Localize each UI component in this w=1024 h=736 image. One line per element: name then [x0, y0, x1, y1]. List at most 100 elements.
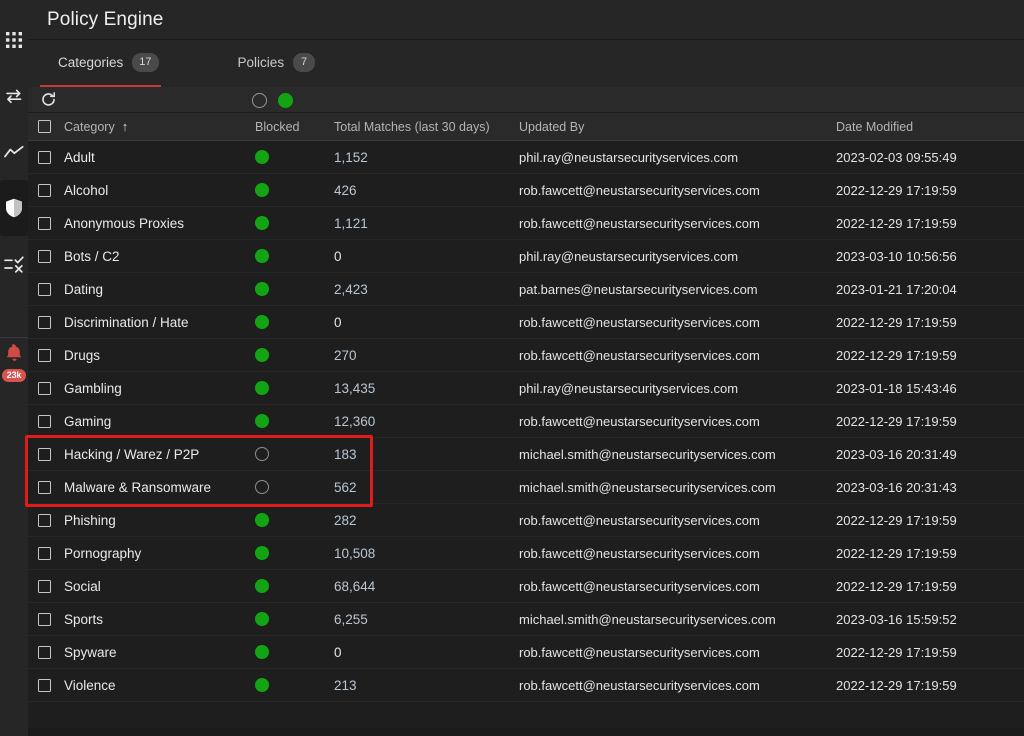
blocked-status-dot[interactable]	[255, 480, 269, 494]
row-checkbox[interactable]	[37, 183, 51, 197]
cell-date-modified: 2023-01-21 17:20:04	[836, 282, 1024, 297]
tab-policies[interactable]: Policies 7	[221, 40, 333, 85]
blocked-status-dot[interactable]	[255, 678, 269, 692]
table-row[interactable]: Hacking / Warez / P2P 183 michael.smith@ne…	[28, 438, 1024, 471]
table-footer	[28, 702, 1024, 728]
tab-categories[interactable]: Categories 17	[41, 40, 176, 85]
table-row[interactable]: Violence 213 rob.fawcett@neustarsecurityse…	[28, 669, 1024, 702]
row-checkbox[interactable]	[37, 480, 51, 494]
total-matches-value: 0	[334, 644, 342, 660]
row-checkbox[interactable]	[37, 315, 51, 329]
row-checkbox[interactable]	[37, 150, 51, 164]
table-row[interactable]: Sports 6,255 michael.smith@neustarsecurity…	[28, 603, 1024, 636]
filter-unblocked-toggle[interactable]	[252, 92, 267, 108]
total-matches-value[interactable]: 183	[334, 447, 357, 462]
blocked-status-dot[interactable]	[255, 381, 269, 395]
cell-category: Gambling	[60, 381, 250, 396]
date-modified-value: 2022-12-29 17:19:59	[836, 215, 957, 231]
refresh-icon[interactable]	[38, 90, 58, 110]
cell-date-modified: 2022-12-29 17:19:59	[836, 513, 1024, 528]
table-row[interactable]: Alcohol 426 rob.fawcett@neustarsecurityser…	[28, 174, 1024, 207]
blocked-status-dot[interactable]	[255, 414, 269, 428]
table-row[interactable]: Pornography 10,508 rob.fawcett@neustarsecu…	[28, 537, 1024, 570]
total-matches-value[interactable]: 213	[334, 678, 357, 693]
row-checkbox[interactable]	[37, 447, 51, 461]
blocked-status-dot[interactable]	[255, 315, 269, 329]
total-matches-value[interactable]: 270	[334, 348, 357, 363]
row-checkbox[interactable]	[37, 645, 51, 659]
row-checkbox[interactable]	[37, 381, 51, 395]
table-row[interactable]: Bots / C2 0 phil.ray@neustarsecurityservic…	[28, 240, 1024, 273]
analytics-icon[interactable]	[0, 124, 28, 180]
cell-total-matches: 2,423	[334, 282, 519, 297]
blocked-status-dot[interactable]	[255, 645, 269, 659]
cell-date-modified: 2023-03-10 10:56:56	[836, 249, 1024, 264]
table-row[interactable]: Anonymous Proxies 1,121 rob.fawcett@neusta…	[28, 207, 1024, 240]
th-date-modified[interactable]: Date Modified	[836, 120, 1024, 134]
row-checkbox[interactable]	[37, 678, 51, 692]
row-checkbox[interactable]	[37, 546, 51, 560]
table-row[interactable]: Social 68,644 rob.fawcett@neustarsecuritys…	[28, 570, 1024, 603]
checklist-icon[interactable]	[0, 236, 28, 292]
row-checkbox[interactable]	[37, 414, 51, 428]
blocked-status-dot[interactable]	[255, 612, 269, 626]
th-blocked[interactable]: Blocked	[250, 120, 334, 134]
total-matches-value[interactable]: 12,360	[334, 414, 375, 429]
table-row[interactable]: Gambling 13,435 phil.ray@neustarsecurityse…	[28, 372, 1024, 405]
select-all-checkbox[interactable]	[37, 120, 51, 133]
blocked-status-dot[interactable]	[255, 513, 269, 527]
blocked-status-dot[interactable]	[255, 579, 269, 593]
total-matches-value[interactable]: 6,255	[334, 612, 368, 627]
category-name: Malware & Ransomware	[64, 479, 212, 495]
total-matches-value[interactable]: 2,423	[334, 282, 368, 297]
table-row[interactable]: Malware & Ransomware 562 michael.smith@neu…	[28, 471, 1024, 504]
blocked-status-dot[interactable]	[255, 546, 269, 560]
table-row[interactable]: Drugs 270 rob.fawcett@neustarsecurityservi…	[28, 339, 1024, 372]
blocked-status-dot[interactable]	[255, 249, 269, 263]
blocked-status-dot[interactable]	[255, 183, 269, 197]
row-checkbox[interactable]	[37, 282, 51, 296]
cell-category: Social	[60, 579, 250, 594]
blocked-status-dot[interactable]	[255, 447, 269, 461]
cell-blocked	[250, 678, 334, 692]
row-checkbox[interactable]	[37, 579, 51, 593]
blocked-status-dot[interactable]	[255, 348, 269, 362]
total-matches-value[interactable]: 68,644	[334, 579, 375, 594]
transfer-icon[interactable]	[0, 68, 28, 124]
cell-updated-by: rob.fawcett@neustarsecurityservices.com	[519, 315, 836, 330]
apps-grid-icon[interactable]	[0, 12, 28, 68]
total-matches-value[interactable]: 1,152	[334, 150, 368, 165]
blocked-status-dot[interactable]	[255, 150, 269, 164]
table-row[interactable]: Discrimination / Hate 0 rob.fawcett@neusta…	[28, 306, 1024, 339]
total-matches-value[interactable]: 1,121	[334, 216, 368, 231]
table-row[interactable]: Adult 1,152 phil.ray@neustarsecurityservic…	[28, 141, 1024, 174]
cell-total-matches: 68,644	[334, 579, 519, 594]
th-matches[interactable]: Total Matches (last 30 days)	[334, 120, 519, 134]
total-matches-value[interactable]: 426	[334, 183, 357, 198]
total-matches-value[interactable]: 282	[334, 513, 357, 528]
row-checkbox[interactable]	[37, 216, 51, 230]
th-updated-by[interactable]: Updated By	[519, 120, 836, 134]
row-checkbox[interactable]	[37, 249, 51, 263]
cell-date-modified: 2022-12-29 17:19:59	[836, 348, 1024, 363]
table-row[interactable]: Phishing 282 rob.fawcett@neustarsecurityse…	[28, 504, 1024, 537]
date-modified-value: 2023-02-03 09:55:49	[836, 149, 957, 165]
table-row[interactable]: Gaming 12,360 rob.fawcett@neustarsecuritys…	[28, 405, 1024, 438]
shield-icon[interactable]	[0, 180, 28, 236]
total-matches-value[interactable]: 562	[334, 480, 357, 495]
table-row[interactable]: Spyware 0 rob.fawcett@neustarsecurityservi…	[28, 636, 1024, 669]
th-category[interactable]: Category ↑	[60, 119, 250, 134]
blocked-status-dot[interactable]	[255, 216, 269, 230]
blocked-status-dot[interactable]	[255, 282, 269, 296]
row-checkbox[interactable]	[37, 612, 51, 626]
total-matches-value[interactable]: 10,508	[334, 546, 375, 561]
table-row[interactable]: Dating 2,423 pat.barnes@neustarsecurityser…	[28, 273, 1024, 306]
cell-date-modified: 2022-12-29 17:19:59	[836, 216, 1024, 231]
row-checkbox[interactable]	[37, 348, 51, 362]
total-matches-value[interactable]: 13,435	[334, 381, 375, 396]
filter-blocked-toggle[interactable]	[278, 92, 293, 108]
cell-category: Bots / C2	[60, 249, 250, 264]
bell-icon[interactable]	[6, 344, 23, 367]
notification-area[interactable]: 23k	[0, 344, 28, 406]
row-checkbox[interactable]	[37, 513, 51, 527]
